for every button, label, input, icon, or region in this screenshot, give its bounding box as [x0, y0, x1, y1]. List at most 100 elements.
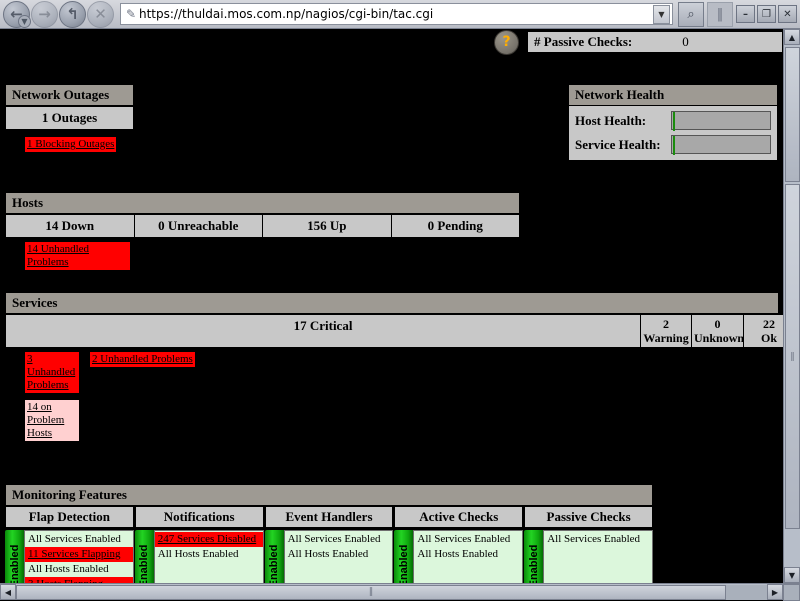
- warning-unhandled-link[interactable]: 2 Unhandled Problems: [90, 352, 195, 367]
- hosts-unhandled-link[interactable]: 14 Unhandled Problems: [25, 242, 130, 270]
- chevron-down-icon: ▼: [789, 571, 795, 580]
- reload-icon: ↰: [66, 7, 79, 22]
- services-problem-row: 3 Unhandled Problems 14 on Problem Hosts…: [5, 348, 795, 440]
- services-unknown-label: Unknown: [694, 331, 741, 345]
- feature-state-label: Enabled: [9, 545, 21, 588]
- scroll-grip-icon: ‖: [790, 352, 795, 362]
- feature-state-label: Enabled: [398, 545, 410, 588]
- back-history-dropdown-icon[interactable]: ▼: [18, 15, 31, 28]
- hosts-section: Hosts 14 Down 0 Unreachable 156 Up 0 Pen…: [5, 192, 520, 270]
- feature-title: Passive Checks: [524, 506, 653, 528]
- search-icon: ⌕: [687, 7, 694, 22]
- vertical-scroll-thumb[interactable]: ‖: [785, 184, 800, 529]
- services-unknown-value: 0: [694, 317, 741, 331]
- bookmark-icon: ‖: [717, 7, 724, 22]
- feature-item: All Hosts Enabled: [285, 547, 393, 562]
- hosts-down-cell[interactable]: 14 Down: [5, 214, 135, 238]
- scroll-left-button[interactable]: ◀: [0, 584, 16, 600]
- vertical-scrollbar[interactable]: ▲ ‖ ▼: [783, 29, 800, 583]
- vertical-scroll-thumb-upper[interactable]: [785, 47, 800, 182]
- service-health-bar: [671, 135, 771, 154]
- host-health-fill: [673, 112, 675, 131]
- passive-checks-value: 0: [632, 34, 689, 50]
- horizontal-scrollbar[interactable]: ◀ ‖ ▶: [0, 583, 800, 600]
- address-bar[interactable]: ✎ https://thuldai.mos.com.np/nagios/cgi-…: [120, 3, 673, 25]
- feature-item: All Hosts Enabled: [25, 562, 133, 577]
- scroll-up-button[interactable]: ▲: [784, 29, 800, 45]
- forward-arrow-icon: →: [38, 7, 51, 22]
- maximize-icon: ❐: [762, 9, 771, 20]
- stop-button[interactable]: ✕: [87, 1, 114, 28]
- search-button[interactable]: ⌕: [678, 2, 704, 27]
- reload-button[interactable]: ↰: [59, 1, 86, 28]
- feature-title: Notifications: [135, 506, 264, 528]
- feature-alert-item[interactable]: 247 Services Disabled: [155, 532, 263, 547]
- bookmarks-button[interactable]: ‖: [707, 2, 733, 27]
- chevron-right-icon: ▶: [772, 588, 778, 597]
- hosts-status-row: 14 Down 0 Unreachable 156 Up 0 Pending: [5, 214, 520, 238]
- feature-title: Flap Detection: [5, 506, 134, 528]
- feature-item: All Services Enabled: [25, 532, 133, 547]
- edit-pencil-icon: ✎: [123, 7, 139, 21]
- services-header: Services: [5, 292, 779, 314]
- passive-checks-box: # Passive Checks: 0: [527, 31, 783, 53]
- horizontal-scroll-track[interactable]: [726, 585, 767, 600]
- services-warning-cell[interactable]: 2 Warning: [641, 314, 692, 348]
- minimize-icon: –: [743, 9, 748, 20]
- monitoring-features-header: Monitoring Features: [5, 484, 653, 506]
- feature-item: All Services Enabled: [285, 532, 393, 547]
- horizontal-scroll-thumb[interactable]: ‖: [16, 585, 726, 600]
- outages-count-cell[interactable]: 1 Outages: [5, 106, 134, 130]
- maximize-button[interactable]: ❐: [757, 5, 776, 23]
- services-warning-value: 2: [643, 317, 689, 331]
- tactical-overview-page: ? # Passive Checks: 0 Network Outages 1 …: [0, 29, 783, 583]
- services-critical-cell[interactable]: 17 Critical: [5, 314, 641, 348]
- network-outages-section: Network Outages 1 Outages 1 Blocking Out…: [5, 84, 270, 152]
- chevron-left-icon: ◀: [5, 588, 11, 597]
- browser-toolbar: ← ▼ → ↰ ✕ ✎ https://thuldai.mos.com.np/n…: [0, 0, 800, 29]
- forward-button[interactable]: →: [31, 1, 58, 28]
- close-button[interactable]: ✕: [778, 5, 797, 23]
- feature-title: Event Handlers: [265, 506, 394, 528]
- close-icon: ✕: [783, 9, 791, 20]
- host-health-label: Host Health:: [575, 113, 671, 129]
- feature-title: Active Checks: [394, 506, 523, 528]
- scroll-right-button[interactable]: ▶: [767, 584, 783, 600]
- scroll-down-button[interactable]: ▼: [784, 567, 800, 583]
- hosts-header: Hosts: [5, 192, 520, 214]
- navigation-buttons: ← ▼ → ↰ ✕: [0, 1, 114, 28]
- feature-state-label: Enabled: [528, 545, 540, 588]
- services-problem-hosts-link[interactable]: 14 on Problem Hosts: [25, 400, 79, 441]
- back-button[interactable]: ← ▼: [3, 1, 30, 28]
- scroll-grip-icon: ‖: [369, 587, 374, 597]
- feature-state-label: Enabled: [268, 545, 280, 588]
- blocking-outages-row: 1 Blocking Outages: [5, 130, 270, 152]
- hosts-unreachable-cell[interactable]: 0 Unreachable: [135, 214, 264, 238]
- network-outages-header: Network Outages: [5, 84, 134, 106]
- hosts-up-cell[interactable]: 156 Up: [263, 214, 392, 238]
- services-status-row: 17 Critical 2 Warning 0 Unknown 22 Ok: [5, 314, 795, 348]
- feature-alert-item[interactable]: 11 Services Flapping: [25, 547, 133, 562]
- chevron-up-icon: ▲: [789, 33, 795, 42]
- feature-item: All Hosts Enabled: [155, 547, 263, 562]
- help-icon[interactable]: ?: [494, 30, 519, 55]
- hosts-pending-cell[interactable]: 0 Pending: [392, 214, 521, 238]
- feature-item: All Services Enabled: [414, 532, 522, 547]
- passive-checks-strip: ? # Passive Checks: 0: [494, 29, 783, 55]
- hosts-problem-row: 14 Unhandled Problems: [5, 238, 520, 270]
- host-health-row: Host Health:: [575, 111, 771, 130]
- network-health-section: Network Health Host Health: Service Heal…: [568, 84, 778, 161]
- feature-state-label: Enabled: [138, 545, 150, 588]
- feature-item: All Services Enabled: [544, 532, 652, 547]
- services-unhandled-link[interactable]: 3 Unhandled Problems: [25, 352, 79, 393]
- page-viewport: ? # Passive Checks: 0 Network Outages 1 …: [0, 29, 800, 600]
- window-controls: – ❐ ✕: [736, 5, 800, 23]
- url-dropdown-icon[interactable]: ▼: [653, 5, 670, 24]
- service-health-fill: [673, 136, 675, 155]
- stop-icon: ✕: [94, 7, 107, 22]
- blocking-outages-link[interactable]: 1 Blocking Outages: [25, 137, 116, 152]
- network-health-header: Network Health: [568, 84, 778, 106]
- services-unknown-cell[interactable]: 0 Unknown: [692, 314, 744, 348]
- minimize-button[interactable]: –: [736, 5, 755, 23]
- url-input[interactable]: https://thuldai.mos.com.np/nagios/cgi-bi…: [139, 7, 653, 21]
